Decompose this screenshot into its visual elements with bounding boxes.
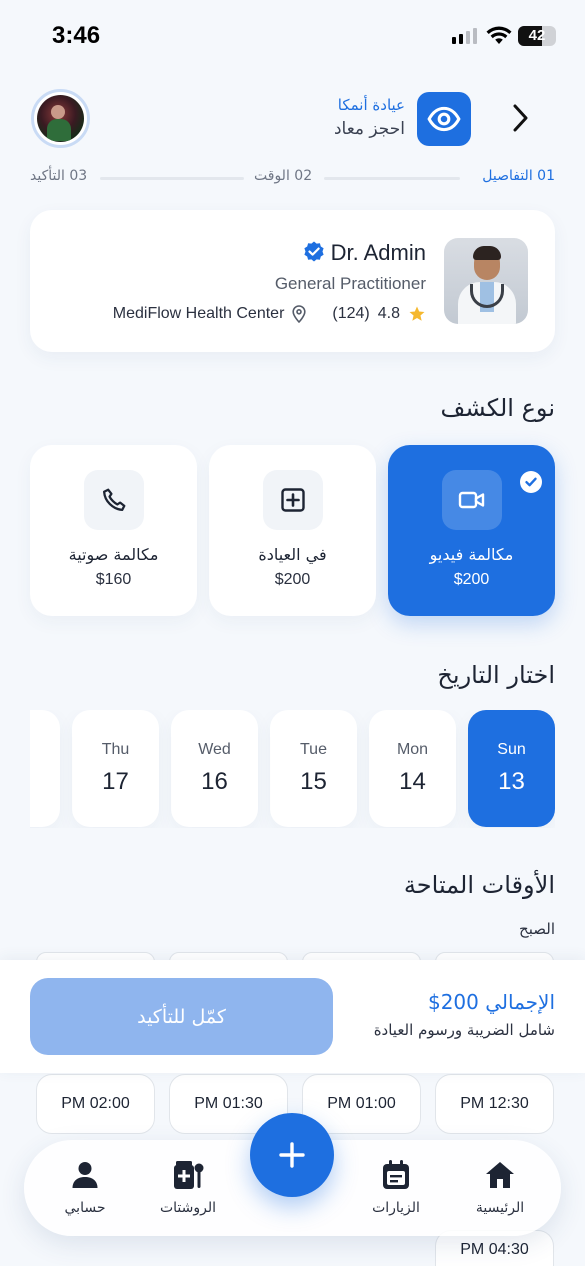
person-icon [72, 1162, 98, 1188]
doctor-specialty: General Practitioner [274, 274, 426, 293]
date-number: 17 [102, 768, 129, 795]
consult-option-price: $160 [95, 571, 132, 588]
booking-stepper: 01 التفاصيل 02 الوقت 03 التأكيد [30, 166, 555, 190]
date-option[interactable]: Sun 13 [468, 710, 555, 827]
step-confirm: 03 التأكيد [30, 168, 88, 184]
nav-item-account[interactable]: حسابي [45, 1158, 125, 1216]
date-number: 14 [399, 768, 426, 795]
status-bar: 3:46 42 [0, 0, 585, 72]
date-number: 15 [300, 768, 327, 795]
consult-option-price: $200 [453, 571, 490, 588]
total-price: الإجمالي 200$ [427, 990, 555, 1014]
nav-label: حسابي [64, 1200, 106, 1216]
back-button[interactable] [505, 100, 535, 136]
location-pin-icon [292, 305, 306, 323]
step-time: 02 الوقت [254, 168, 313, 184]
eye-icon [427, 106, 461, 132]
date-option[interactable] [30, 710, 60, 827]
add-button[interactable] [250, 1113, 334, 1197]
star-icon [409, 306, 425, 321]
date-option[interactable]: Thu 17 [72, 710, 159, 827]
doctor-card[interactable]: Dr. Admin General Practitioner MediFlow … [30, 210, 555, 352]
consult-option-label: في العيادة [258, 545, 327, 564]
consult-option-voice[interactable]: مكالمة صوتية $160 [30, 445, 197, 616]
clinic-name: عيادة أنمكا [337, 96, 405, 114]
nav-item-home[interactable]: الرئيسية [460, 1158, 540, 1216]
doctor-meta: MediFlow Health Center (124) 4.8 [113, 305, 426, 323]
nav-label: الزيارات [372, 1200, 420, 1216]
consult-option-label: مكالمة صوتية [68, 545, 159, 564]
consult-icon-box [441, 470, 502, 530]
calendar-icon [383, 1160, 409, 1189]
step-connector [324, 177, 460, 180]
phone-icon [102, 488, 125, 511]
rating-value: 4.8 [377, 305, 400, 322]
time-slot[interactable]: PM 02:00 [36, 1074, 155, 1134]
video-camera-icon [458, 491, 484, 509]
date-section-title: اختار التاريخ [437, 661, 555, 689]
date-weekday: Thu [101, 741, 130, 758]
step-details: 01 التفاصيل [482, 168, 555, 184]
home-icon [486, 1162, 514, 1188]
plus-icon [279, 1142, 305, 1168]
consult-type-title: نوع الكشف [440, 394, 555, 422]
medical-plus-icon [280, 488, 305, 512]
consult-icon-box [83, 470, 144, 530]
status-time: 3:46 [52, 22, 101, 49]
continue-to-confirm-button[interactable]: كمّل للتأكيد [30, 978, 333, 1055]
total-note: شامل الضريبة ورسوم العيادة [373, 1021, 555, 1039]
chevron-right-icon [513, 104, 528, 132]
consult-option-clinic[interactable]: في العيادة $200 [209, 445, 376, 616]
consult-icon-box [262, 470, 323, 530]
battery-icon: 42 [518, 26, 556, 46]
date-option[interactable]: Mon 14 [369, 710, 456, 827]
date-number: 13 [498, 768, 525, 795]
nav-item-prescriptions[interactable]: الروشتات [148, 1158, 228, 1216]
consult-option-label: مكالمة فيديو [429, 545, 514, 564]
consult-option-price: $200 [274, 571, 311, 588]
review-count: (124) [332, 305, 370, 322]
avatar[interactable] [31, 89, 90, 148]
wifi-icon [486, 26, 512, 44]
battery-level: 42 [528, 27, 546, 44]
nav-label: الرئيسية [475, 1200, 525, 1216]
date-weekday: Sun [497, 741, 526, 758]
consult-option-video[interactable]: مكالمة فيديو $200 [388, 445, 555, 616]
date-option[interactable]: Wed 16 [171, 710, 258, 827]
doctor-photo [444, 238, 528, 324]
date-weekday: Wed [198, 741, 231, 758]
nav-item-visits[interactable]: الزيارات [356, 1158, 436, 1216]
date-option[interactable]: Tue 15 [270, 710, 357, 827]
selected-check-icon [520, 471, 542, 493]
nav-label: الروشتات [159, 1200, 217, 1216]
prescription-icon [174, 1161, 204, 1189]
date-weekday: Tue [300, 741, 327, 758]
clinic-location: MediFlow Health Center [112, 305, 285, 322]
date-number: 16 [201, 768, 228, 795]
clinic-logo [417, 92, 471, 146]
step-connector [100, 177, 244, 180]
date-weekday: Mon [396, 741, 429, 758]
times-section-title: الأوقات المتاحة [403, 871, 555, 899]
date-picker[interactable]: Sun 13 Mon 14 Tue 15 Wed 16 Thu 17 [30, 710, 555, 828]
time-slot[interactable]: PM 12:30 [435, 1074, 554, 1134]
booking-summary-bar: الإجمالي 200$ شامل الضريبة ورسوم العيادة… [0, 960, 585, 1073]
period-label: الصبح [519, 920, 555, 938]
verified-badge-icon [304, 241, 324, 262]
cellular-signal-icon [452, 28, 477, 44]
doctor-name: Dr. Admin [330, 240, 426, 265]
page-subtitle: احجز معاد [333, 119, 405, 139]
